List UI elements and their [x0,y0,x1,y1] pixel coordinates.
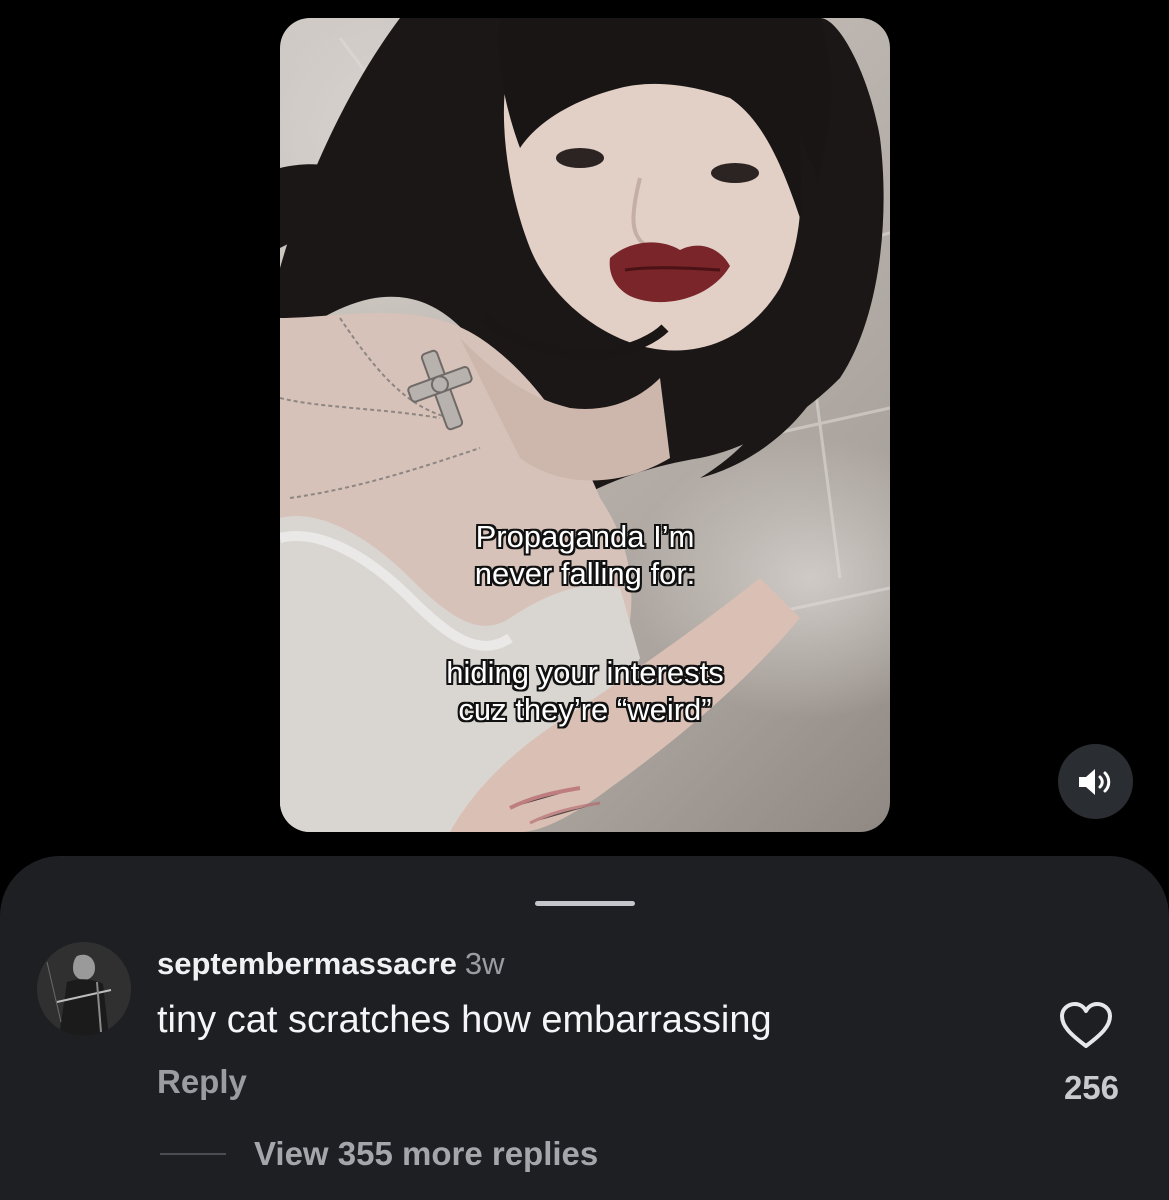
caption-line: hiding your interests [446,655,724,690]
comment-text: tiny cat scratches how embarrassing [157,999,772,1041]
username[interactable]: septembermassacre [157,946,457,981]
caption-line: Propaganda I’m [475,519,695,554]
screen: Propaganda I’m never falling for: hiding… [0,0,1169,1200]
like-button[interactable] [1058,1000,1114,1050]
avatar[interactable] [37,942,131,1036]
sound-toggle-button[interactable] [1058,744,1133,819]
comment-timestamp: 3w [464,946,505,981]
comments-sheet: septembermassacre 3w tiny cat scratches h… [0,856,1169,1200]
replies-divider [160,1153,226,1155]
comment-header: septembermassacre 3w [157,946,505,982]
video-player[interactable]: Propaganda I’m never falling for: hiding… [280,18,890,832]
heart-outline-icon [1060,1002,1112,1048]
sheet-grabber[interactable] [535,901,635,906]
caption-line: never falling for: [474,556,696,591]
like-count: 256 [1063,1069,1119,1106]
speaker-on-icon [1078,768,1110,795]
view-more-replies-button[interactable]: View 355 more replies [254,1134,598,1174]
view-replies-row[interactable]: View 355 more replies [160,1134,598,1174]
caption-overlay-top: Propaganda I’m never falling for: [280,518,890,592]
caption-overlay-bottom: hiding your interests cuz they’re “weird… [280,654,890,728]
caption-line: cuz they’re “weird” [458,692,712,727]
reply-button[interactable]: Reply [157,1062,247,1102]
